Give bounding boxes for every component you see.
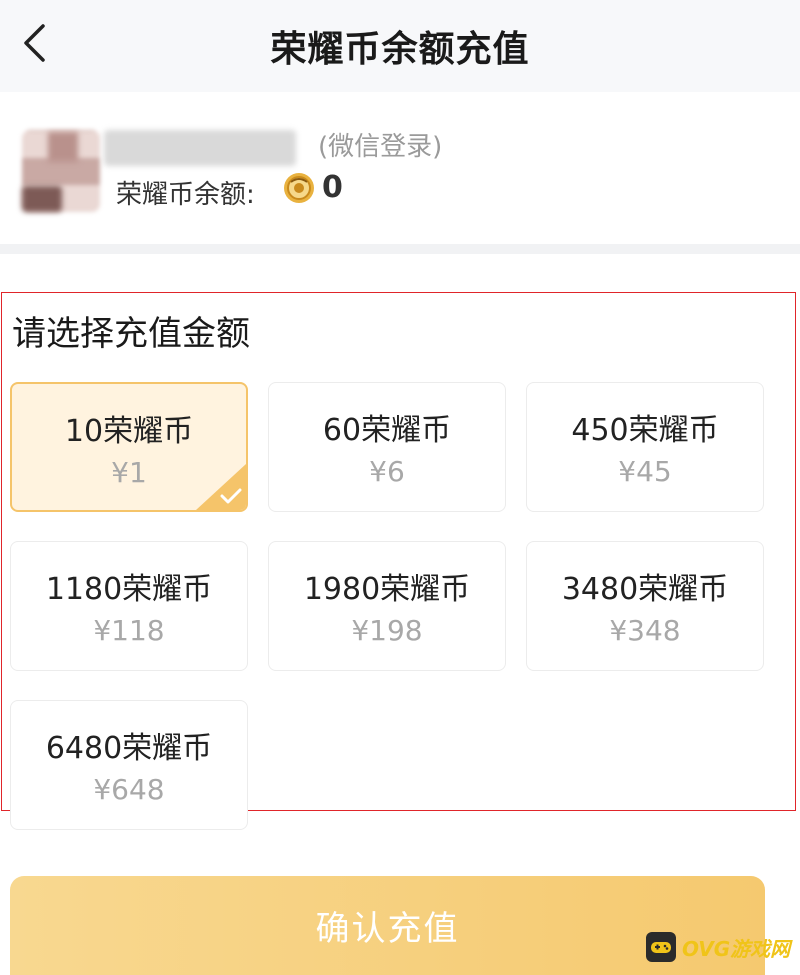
option-coins: 1180荣耀币 <box>45 572 213 607</box>
header-bar: 荣耀币余额充值 <box>0 0 800 92</box>
section-title: 请选择充值金额 <box>12 314 250 354</box>
option-price: ¥198 <box>351 614 423 647</box>
avatar-blur-detail <box>22 186 62 212</box>
recharge-option[interactable]: 10荣耀币 ¥1 <box>10 382 248 512</box>
user-card <box>0 92 800 242</box>
recharge-option[interactable]: 450荣耀币 ¥45 <box>526 382 764 512</box>
username-blurred <box>104 130 296 166</box>
option-coins: 3480荣耀币 <box>561 572 729 607</box>
option-price: ¥6 <box>369 455 405 488</box>
option-coins: 6480荣耀币 <box>45 731 213 766</box>
option-coins: 10荣耀币 <box>64 414 194 449</box>
login-type-label: (微信登录) <box>318 132 443 162</box>
recharge-option[interactable]: 60荣耀币 ¥6 <box>268 382 506 512</box>
watermark-text: OVG游戏网 <box>682 936 791 961</box>
balance-value: 0 <box>322 170 343 205</box>
option-price: ¥45 <box>618 455 672 488</box>
option-price: ¥118 <box>93 614 165 647</box>
option-price: ¥648 <box>93 773 165 806</box>
balance-label: 荣耀币余额: <box>116 180 255 210</box>
option-coins: 450荣耀币 <box>571 413 719 448</box>
recharge-option[interactable]: 6480荣耀币 ¥648 <box>10 700 248 830</box>
option-price: ¥348 <box>609 614 681 647</box>
option-coins: 60荣耀币 <box>322 413 452 448</box>
recharge-option[interactable]: 1180荣耀币 ¥118 <box>10 541 248 671</box>
page-title: 荣耀币余额充值 <box>270 29 530 70</box>
option-coins: 1980荣耀币 <box>303 572 471 607</box>
gamepad-icon <box>646 932 676 962</box>
avatar-blur-detail <box>48 132 78 162</box>
check-icon <box>220 488 242 504</box>
recharge-option[interactable]: 3480荣耀币 ¥348 <box>526 541 764 671</box>
watermark: OVG游戏网 <box>646 930 790 964</box>
recharge-option[interactable]: 1980荣耀币 ¥198 <box>268 541 506 671</box>
coin-icon <box>284 173 314 203</box>
section-divider <box>0 244 800 254</box>
